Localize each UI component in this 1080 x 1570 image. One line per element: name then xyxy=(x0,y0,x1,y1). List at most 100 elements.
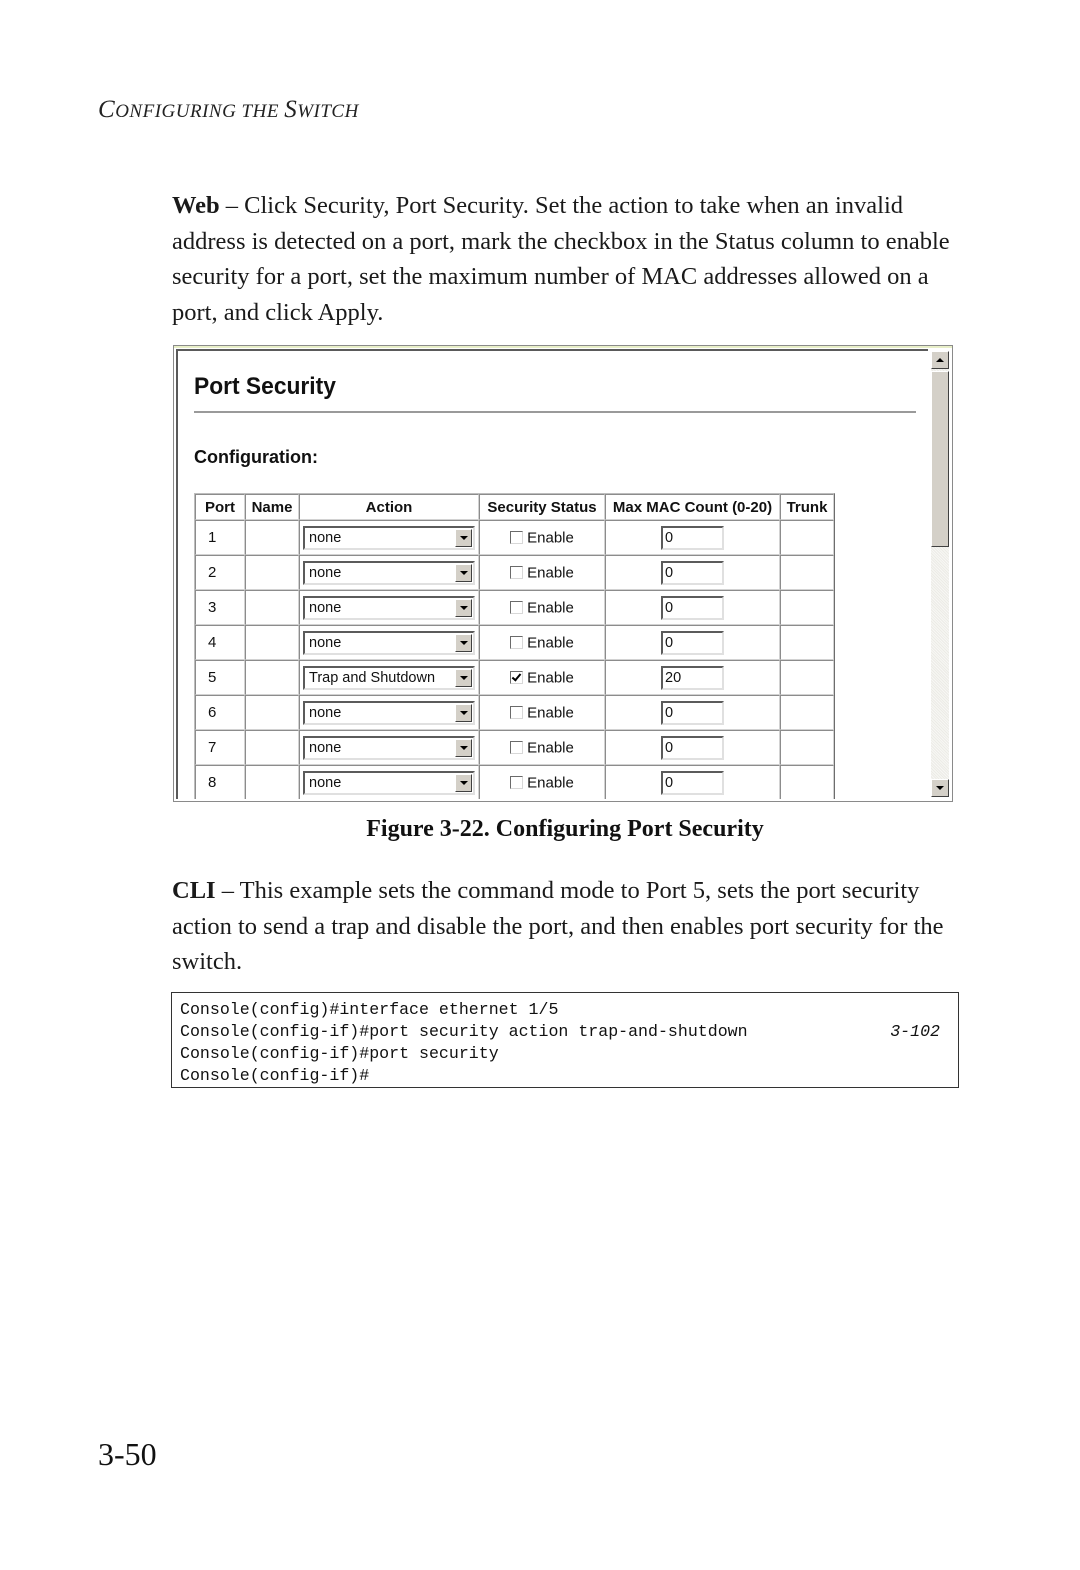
dropdown-button[interactable] xyxy=(455,703,472,722)
action-select[interactable]: none xyxy=(303,735,475,760)
enable-label: Enable xyxy=(527,704,574,722)
table-row: 5 Trap and Shutdown Enable 20 xyxy=(195,660,834,695)
code-command: Console(config-if)#port security action … xyxy=(180,1022,748,1041)
trunk-cell xyxy=(780,555,834,590)
enable-label: Enable xyxy=(527,599,574,617)
name-cell xyxy=(245,520,299,555)
dropdown-button[interactable] xyxy=(455,563,472,582)
column-header-port: Port xyxy=(195,494,245,520)
code-command: Console(config-if)#port security xyxy=(180,1044,499,1063)
code-command: Console(config)#interface ethernet 1/5 xyxy=(180,1000,559,1019)
trunk-cell xyxy=(780,765,834,799)
max-mac-count-cell: 0 xyxy=(605,765,780,799)
dropdown-button[interactable] xyxy=(455,668,472,687)
port-cell: 2 xyxy=(195,555,245,590)
security-status-cell: Enable xyxy=(479,625,605,660)
action-select[interactable]: none xyxy=(303,700,475,725)
max-mac-count-input[interactable]: 0 xyxy=(661,630,724,655)
scroll-thumb[interactable] xyxy=(931,371,949,547)
enable-checkbox[interactable] xyxy=(510,566,524,580)
enable-checkbox[interactable] xyxy=(510,741,524,755)
enable-checkbox[interactable] xyxy=(510,636,524,650)
web-lead: Web xyxy=(172,192,220,219)
max-mac-count-input[interactable]: 0 xyxy=(661,525,724,550)
dropdown-button[interactable] xyxy=(455,738,472,757)
max-mac-count-input[interactable]: 0 xyxy=(661,700,724,725)
port-cell: 3 xyxy=(195,590,245,625)
page-number: 3-50 xyxy=(98,1436,157,1472)
scroll-down-button[interactable] xyxy=(931,779,949,797)
max-mac-count-cell: 0 xyxy=(605,695,780,730)
trunk-cell xyxy=(780,660,834,695)
code-line: Console(config-if)#port security xyxy=(180,1043,950,1065)
web-text: – Click Security, Port Security. Set the… xyxy=(172,192,950,326)
trunk-cell xyxy=(780,695,834,730)
max-mac-count-cell: 20 xyxy=(605,660,780,695)
column-header-action: Action xyxy=(299,494,479,520)
port-cell: 4 xyxy=(195,625,245,660)
name-cell xyxy=(245,555,299,590)
vertical-scrollbar[interactable] xyxy=(931,351,949,797)
enable-checkbox[interactable] xyxy=(510,706,524,720)
cli-text: – This example sets the command mode to … xyxy=(172,877,944,975)
chevron-down-icon xyxy=(459,675,468,680)
table-row: 8 none Enable 0 xyxy=(195,765,834,799)
scroll-up-button[interactable] xyxy=(931,351,949,369)
chevron-down-icon xyxy=(459,535,468,540)
name-cell xyxy=(245,660,299,695)
chevron-down-icon xyxy=(459,745,468,750)
security-status-cell: Enable xyxy=(479,730,605,765)
action-select-value: none xyxy=(309,634,342,651)
max-mac-count-input[interactable]: 20 xyxy=(661,665,724,690)
action-cell: Trap and Shutdown xyxy=(299,660,479,695)
enable-label: Enable xyxy=(527,739,574,757)
enable-checkbox[interactable] xyxy=(510,531,524,545)
enable-label: Enable xyxy=(527,669,574,687)
security-status-cell: Enable xyxy=(479,660,605,695)
name-cell xyxy=(245,765,299,799)
max-mac-count-input[interactable]: 0 xyxy=(661,770,724,795)
action-select[interactable]: none xyxy=(303,525,475,550)
running-head-initial: S xyxy=(284,96,298,123)
max-mac-count-input[interactable]: 0 xyxy=(661,560,724,585)
max-mac-count-cell: 0 xyxy=(605,590,780,625)
table-row: 7 none Enable 0 xyxy=(195,730,834,765)
enable-checkbox[interactable] xyxy=(510,671,524,685)
action-cell: none xyxy=(299,555,479,590)
max-mac-count-input[interactable]: 0 xyxy=(661,595,724,620)
dropdown-button[interactable] xyxy=(455,633,472,652)
enable-label: Enable xyxy=(527,774,574,792)
enable-checkbox[interactable] xyxy=(510,601,524,615)
port-cell: 5 xyxy=(195,660,245,695)
column-header-name: Name xyxy=(245,494,299,520)
name-cell xyxy=(245,625,299,660)
cli-instructions: CLI – This example sets the command mode… xyxy=(172,873,962,980)
code-line: Console(config-if)# xyxy=(180,1065,950,1087)
running-head-initial: C xyxy=(98,96,116,123)
action-cell: none xyxy=(299,590,479,625)
action-select-value: none xyxy=(309,564,342,581)
chevron-down-icon xyxy=(459,570,468,575)
code-line: Console(config)#interface ethernet 1/5 xyxy=(180,999,950,1021)
dropdown-button[interactable] xyxy=(455,773,472,792)
column-header-security-status: Security Status xyxy=(479,494,605,520)
running-head-text: ONFIGURING THE xyxy=(115,101,285,122)
action-select[interactable]: none xyxy=(303,560,475,585)
dropdown-button[interactable] xyxy=(455,528,472,547)
security-status-cell: Enable xyxy=(479,765,605,799)
enable-checkbox[interactable] xyxy=(510,776,524,790)
max-mac-count-input[interactable]: 0 xyxy=(661,735,724,760)
action-select[interactable]: none xyxy=(303,630,475,655)
table-header-row: Port Name Action Security Status Max MAC… xyxy=(195,494,834,520)
action-select[interactable]: none xyxy=(303,770,475,795)
action-cell: none xyxy=(299,520,479,555)
action-select[interactable]: Trap and Shutdown xyxy=(303,665,475,690)
security-status-cell: Enable xyxy=(479,520,605,555)
port-security-table: Port Name Action Security Status Max MAC… xyxy=(194,493,835,799)
action-cell: none xyxy=(299,625,479,660)
max-mac-count-cell: 0 xyxy=(605,555,780,590)
action-select[interactable]: none xyxy=(303,595,475,620)
dropdown-button[interactable] xyxy=(455,598,472,617)
action-select-value: none xyxy=(309,529,342,546)
page-title: Port Security xyxy=(194,373,336,400)
